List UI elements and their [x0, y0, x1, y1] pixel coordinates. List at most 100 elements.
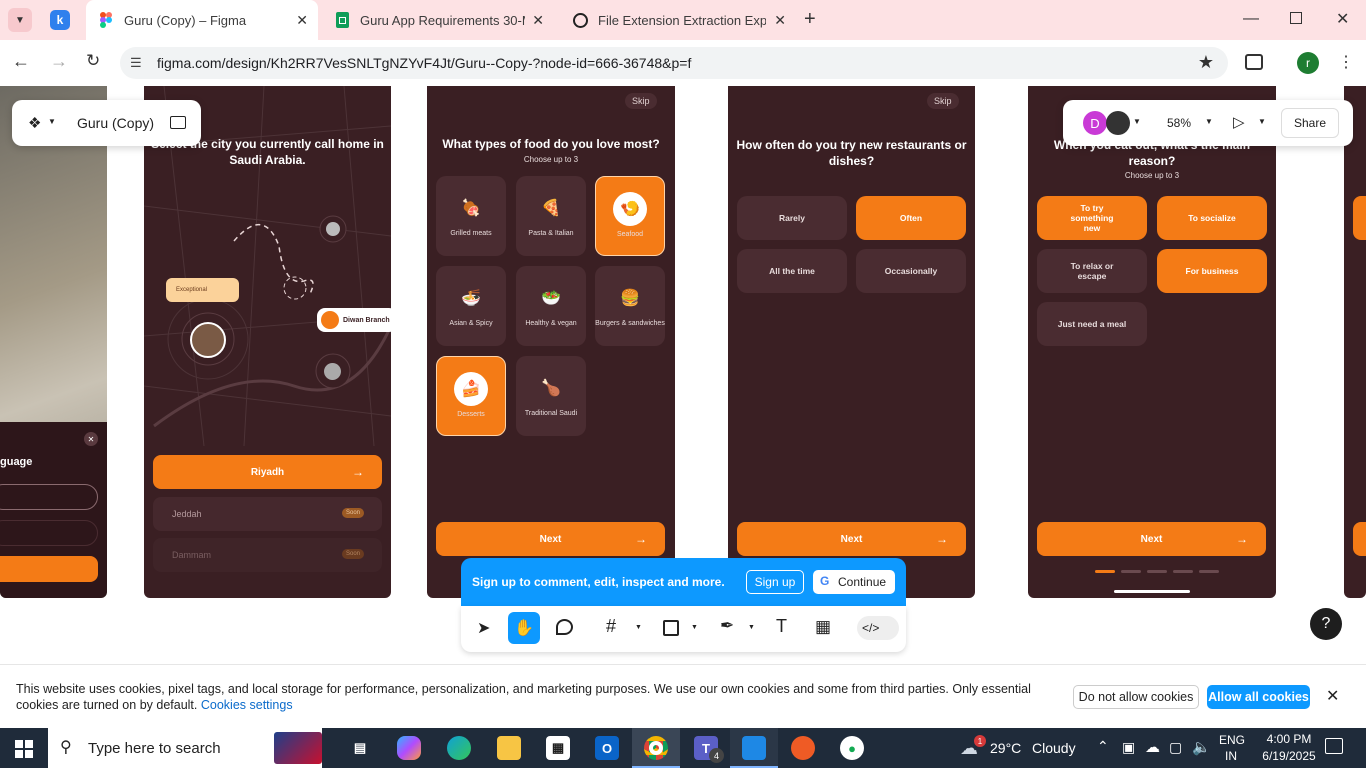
- frame-tool-icon[interactable]: #: [606, 616, 616, 637]
- option-often[interactable]: Often: [856, 196, 966, 240]
- frame-frequency[interactable]: Skip How often do you try new restaurant…: [728, 86, 975, 598]
- taskbar-search[interactable]: ⚲ Type here to search: [48, 728, 322, 768]
- outlook-icon[interactable]: O: [595, 736, 619, 760]
- windows-start-icon[interactable]: [15, 740, 33, 758]
- address-bar[interactable]: ☰ figma.com/design/Kh2RR7VesSNLTgNZYvF4J…: [120, 47, 1228, 79]
- close-tab-icon[interactable]: ✕: [774, 12, 786, 29]
- chevron-down-icon[interactable]: ▼: [1133, 117, 1141, 126]
- tab-chatgpt[interactable]: File Extension Extraction Explai ✕: [560, 0, 796, 40]
- allow-cookies-button[interactable]: Allow all cookies: [1207, 685, 1310, 709]
- deny-cookies-button[interactable]: Do not allow cookies: [1073, 685, 1199, 709]
- food-card-desserts[interactable]: 🍰 Desserts: [436, 356, 506, 436]
- zoom-level[interactable]: 58%: [1167, 116, 1191, 130]
- postman-icon[interactable]: [791, 736, 815, 760]
- food-card-pasta[interactable]: 🍕 Pasta & Italian: [516, 176, 586, 256]
- figma-canvas[interactable]: ✕ guage Select the city you currently ca…: [0, 86, 1366, 664]
- frame-language[interactable]: ✕ guage: [0, 86, 107, 598]
- share-button[interactable]: Share: [1281, 108, 1339, 138]
- frame-food[interactable]: Skip What types of food do you love most…: [427, 86, 675, 598]
- option-all-the-time[interactable]: All the time: [737, 249, 847, 293]
- tab-requirements[interactable]: Guru App Requirements 30-Ma ✕: [322, 0, 554, 40]
- chevron-down-icon[interactable]: ▼: [1258, 117, 1266, 126]
- sidebar-toggle-icon[interactable]: [170, 116, 186, 129]
- file-name[interactable]: Guru (Copy): [77, 115, 154, 131]
- restore-button[interactable]: [1290, 12, 1302, 24]
- microsoft-store-icon[interactable]: ▦: [546, 736, 570, 760]
- food-card-healthy[interactable]: 🥗 Healthy & vegan: [516, 266, 586, 346]
- frame-reason[interactable]: When you eat out, what's the main reason…: [1028, 86, 1276, 598]
- text-tool-icon[interactable]: T: [776, 616, 787, 637]
- next-button[interactable]: Next →: [436, 522, 665, 556]
- language-code[interactable]: ENG: [1219, 733, 1245, 747]
- clock-date[interactable]: 6/19/2025: [1255, 749, 1323, 763]
- option-try-new[interactable]: To try something new: [1037, 196, 1147, 240]
- region-code[interactable]: IN: [1225, 749, 1237, 763]
- dev-mode-icon[interactable]: </>: [857, 616, 899, 640]
- chevron-down-icon[interactable]: ▼: [1205, 117, 1213, 126]
- copilot-icon[interactable]: [397, 736, 421, 760]
- pen-tool-icon[interactable]: ✒: [720, 616, 734, 636]
- option-socialize[interactable]: To socialize: [1157, 196, 1267, 240]
- comment-tool-icon[interactable]: [556, 619, 573, 635]
- next-button[interactable]: Next →: [737, 522, 966, 556]
- help-button[interactable]: ?: [1310, 608, 1342, 640]
- viewer-avatar[interactable]: [1106, 111, 1130, 135]
- food-card-burgers[interactable]: 🍔 Burgers & sandwiches: [595, 266, 665, 346]
- back-button[interactable]: ←: [12, 51, 30, 72]
- minimize-button[interactable]: —: [1243, 10, 1259, 28]
- cookies-settings-link[interactable]: Cookies settings: [201, 698, 293, 712]
- chevron-down-icon[interactable]: ▼: [48, 117, 56, 126]
- option-business[interactable]: For business: [1157, 249, 1267, 293]
- new-tab-button[interactable]: +: [804, 8, 816, 31]
- option-occasionally[interactable]: Occasionally: [856, 249, 966, 293]
- forward-button[interactable]: →: [50, 51, 68, 72]
- tab-search-button[interactable]: ▼: [8, 8, 32, 32]
- frame-city[interactable]: Select the city you currently call home …: [144, 86, 391, 598]
- present-play-icon[interactable]: ▷: [1233, 113, 1245, 131]
- option-just-meal[interactable]: Just need a meal: [1037, 302, 1147, 346]
- vscode-taskbar-active[interactable]: [730, 728, 778, 768]
- signup-button[interactable]: Sign up: [746, 570, 804, 594]
- hand-tool-icon[interactable]: ✋: [508, 612, 540, 644]
- food-card-traditional[interactable]: 🍗 Traditional Saudi: [516, 356, 586, 436]
- language-confirm-button[interactable]: [0, 556, 98, 582]
- site-info-icon[interactable]: ☰: [130, 55, 142, 71]
- chrome-taskbar-active[interactable]: [632, 728, 680, 768]
- food-card-seafood[interactable]: 🍤 Seafood: [595, 176, 665, 256]
- pinned-tab-k[interactable]: k: [50, 10, 70, 30]
- frame-next-partial[interactable]: [1344, 86, 1366, 598]
- skip-button[interactable]: Skip: [625, 93, 657, 109]
- close-window-button[interactable]: ✕: [1336, 9, 1349, 29]
- chevron-down-icon[interactable]: ▼: [691, 624, 698, 631]
- onedrive-icon[interactable]: ☁: [1145, 738, 1160, 756]
- chevron-down-icon[interactable]: ▼: [635, 624, 642, 631]
- food-card-grilled-meats[interactable]: 🍖 Grilled meats: [436, 176, 506, 256]
- weather-desc[interactable]: Cloudy: [1032, 740, 1076, 756]
- mongodb-compass-icon[interactable]: ●: [840, 736, 864, 760]
- chevron-up-icon[interactable]: ⌃: [1097, 738, 1109, 755]
- user-avatar-d[interactable]: D: [1083, 111, 1107, 135]
- file-explorer-icon[interactable]: [497, 736, 521, 760]
- shape-tool-icon[interactable]: [663, 620, 679, 636]
- edge-icon[interactable]: [447, 736, 471, 760]
- network-icon[interactable]: ▢: [1169, 739, 1182, 756]
- tab-figma[interactable]: Guru (Copy) – Figma ✕: [86, 0, 318, 40]
- weather-temp[interactable]: 29°C: [990, 740, 1021, 756]
- close-icon[interactable]: ✕: [1326, 686, 1339, 706]
- clock-time[interactable]: 4:00 PM: [1261, 732, 1317, 746]
- continue-google-button[interactable]: G Continue: [813, 570, 895, 594]
- close-tab-icon[interactable]: ✕: [532, 12, 544, 29]
- volume-icon[interactable]: 🔈: [1192, 738, 1211, 756]
- figma-menu-icon[interactable]: ❖: [28, 114, 41, 132]
- browser-menu-icon[interactable]: ⋮: [1338, 52, 1354, 72]
- chevron-down-icon[interactable]: ▼: [748, 624, 755, 631]
- skip-button[interactable]: Skip: [927, 93, 959, 109]
- next-button[interactable]: Next →: [1037, 522, 1266, 556]
- close-tab-icon[interactable]: ✕: [296, 12, 308, 29]
- meet-now-icon[interactable]: ▣: [1122, 739, 1135, 756]
- food-card-asian[interactable]: 🍜 Asian & Spicy: [436, 266, 506, 346]
- option-rarely[interactable]: Rarely: [737, 196, 847, 240]
- city-option-dammam[interactable]: Dammam Soon: [153, 538, 382, 572]
- language-option[interactable]: [0, 520, 98, 546]
- reload-button[interactable]: ↻: [86, 51, 100, 71]
